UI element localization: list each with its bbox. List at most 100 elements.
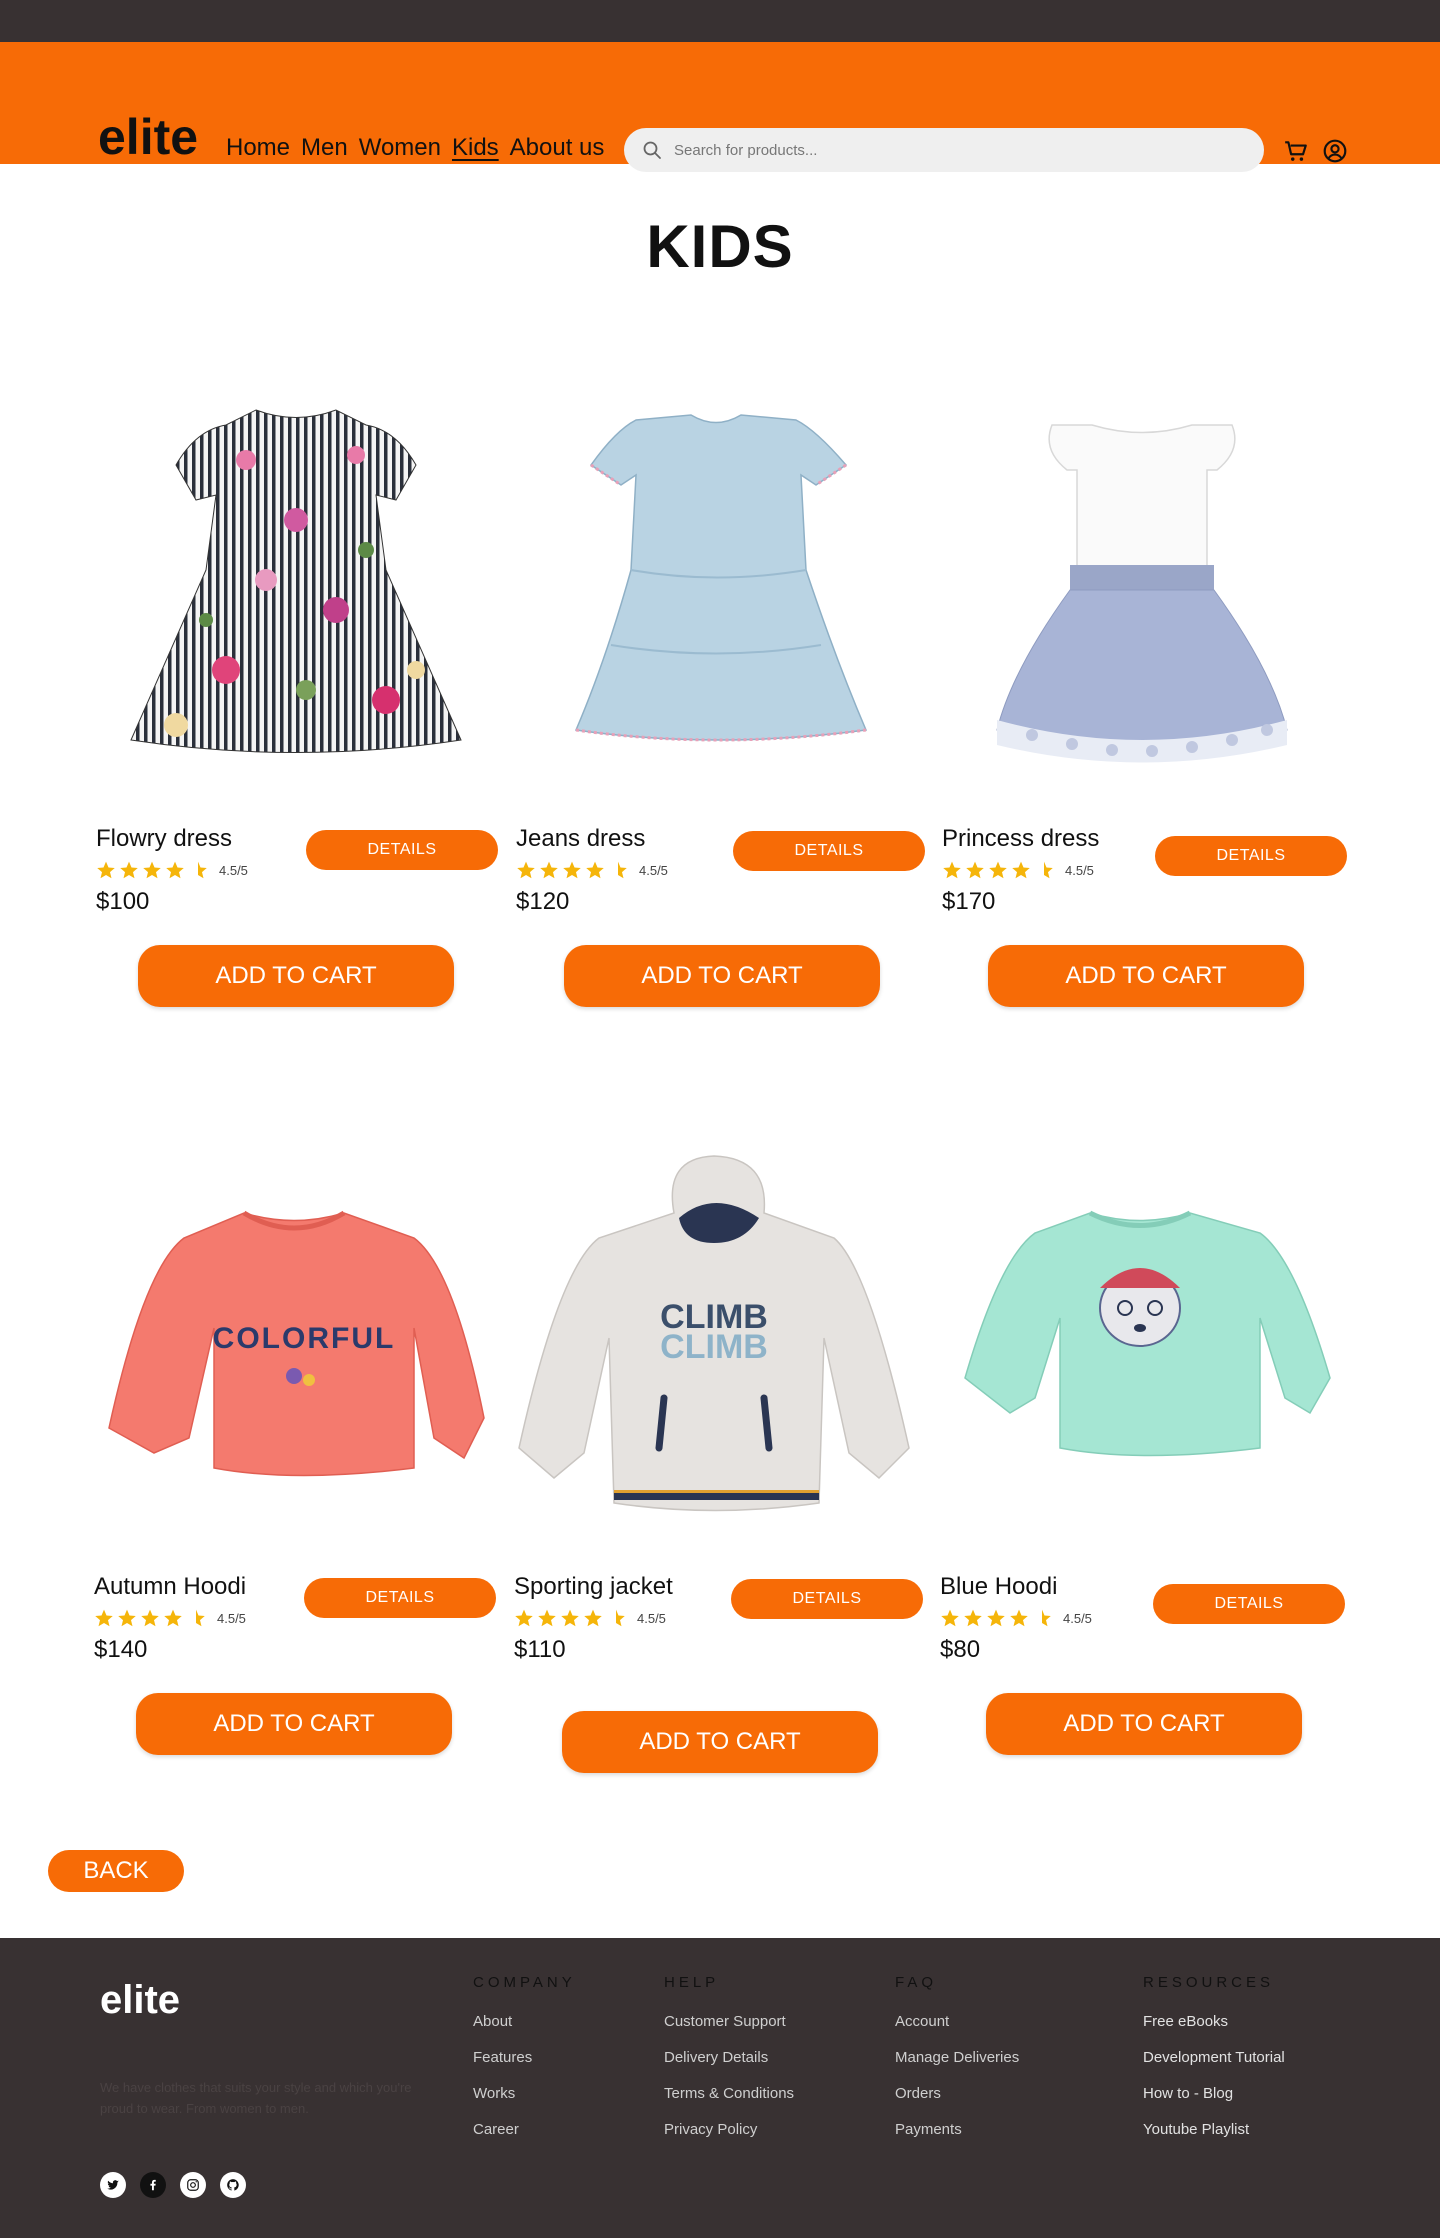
product-rating: 4.5/5 <box>94 1608 246 1628</box>
product-card: CLIMB CLIMB Sporting jacket 4.5/5 $110 D… <box>514 1118 934 1773</box>
product-card: COLORFUL Autumn Hoodi 4.5/5 $140 DETAILS… <box>94 1118 514 1758</box>
details-button[interactable]: DETAILS <box>304 1578 496 1618</box>
add-to-cart-button[interactable]: ADD TO CART <box>986 1693 1302 1755</box>
footer-link-free-ebooks[interactable]: Free eBooks <box>1143 2013 1285 2030</box>
nav-about-us[interactable]: About us <box>510 136 605 160</box>
add-to-cart-button[interactable]: ADD TO CART <box>138 945 454 1007</box>
star-icon <box>517 861 535 879</box>
footer-link-customer-support[interactable]: Customer Support <box>664 2013 794 2030</box>
site-footer: elite We have clothes that suits your st… <box>0 1938 1440 2238</box>
instagram-icon[interactable] <box>180 2172 206 2198</box>
add-to-cart-button[interactable]: ADD TO CART <box>136 1693 452 1755</box>
footer-link-how-to-blog[interactable]: How to - Blog <box>1143 2085 1285 2102</box>
footer-column-title: RESOURCES <box>1143 1974 1275 1991</box>
svg-text:CLIMB: CLIMB <box>660 1328 768 1366</box>
product-image-coral-sweatshirt[interactable]: COLORFUL <box>94 1118 494 1518</box>
add-to-cart-button[interactable]: ADD TO CART <box>562 1711 878 1773</box>
product-name: Sporting jacket <box>514 1573 673 1600</box>
details-button[interactable]: DETAILS <box>1155 836 1347 876</box>
search-icon <box>643 141 661 159</box>
star-icon <box>515 1609 533 1627</box>
github-icon[interactable] <box>220 2172 246 2198</box>
user-icon[interactable] <box>1322 138 1348 164</box>
footer-column-title: FAQ <box>895 1974 938 1991</box>
star-icon <box>143 861 161 879</box>
product-image-floral-dress[interactable] <box>96 370 496 770</box>
footer-link-features[interactable]: Features <box>473 2049 576 2066</box>
twitter-icon[interactable] <box>100 2172 126 2198</box>
footer-link-terms[interactable]: Terms & Conditions <box>664 2085 794 2102</box>
product-name: Flowry dress <box>96 825 233 852</box>
rating-value: 4.5/5 <box>219 862 248 878</box>
product-price: $110 <box>514 1636 566 1663</box>
star-icon <box>987 1609 1005 1627</box>
rating-value: 4.5/5 <box>637 1610 666 1626</box>
product-price: $170 <box>942 888 996 915</box>
add-to-cart-button[interactable]: ADD TO CART <box>988 945 1304 1007</box>
footer-link-orders[interactable]: Orders <box>895 2085 1019 2102</box>
product-name: Princess dress <box>942 825 1100 852</box>
details-button[interactable]: DETAILS <box>306 830 498 870</box>
product-rating: 4.5/5 <box>514 1608 666 1628</box>
details-button[interactable]: DETAILS <box>731 1579 923 1619</box>
back-button[interactable]: BACK <box>48 1850 184 1892</box>
rating-value: 4.5/5 <box>1063 1610 1092 1626</box>
star-icon <box>561 1609 579 1627</box>
footer-link-account[interactable]: Account <box>895 2013 1019 2030</box>
star-icon <box>964 1609 982 1627</box>
page-title: KIDS <box>646 213 794 280</box>
site-logo[interactable]: elite <box>98 112 198 162</box>
footer-tagline: We have clothes that suits your style an… <box>100 2080 412 2116</box>
footer-column-title: HELP <box>664 1974 720 1991</box>
nav-kids[interactable]: Kids <box>452 136 499 160</box>
details-button[interactable]: DETAILS <box>733 831 925 871</box>
star-icon <box>166 861 184 879</box>
star-icon <box>966 861 984 879</box>
details-button[interactable]: DETAILS <box>1153 1584 1345 1624</box>
half-star-icon <box>1042 1609 1051 1627</box>
half-star-icon <box>1044 861 1053 879</box>
footer-link-youtube-playlist[interactable]: Youtube Playlist <box>1143 2121 1285 2138</box>
nav-women[interactable]: Women <box>359 136 441 160</box>
product-rating: 4.5/5 <box>96 860 248 880</box>
nav-home[interactable]: Home <box>226 136 290 160</box>
nav-men[interactable]: Men <box>301 136 348 160</box>
star-icon <box>1010 1609 1028 1627</box>
footer-link-about[interactable]: About <box>473 2013 576 2030</box>
footer-link-works[interactable]: Works <box>473 2085 576 2102</box>
product-image-princess-dress[interactable] <box>942 370 1342 770</box>
product-image-climb-hoodie[interactable]: CLIMB CLIMB <box>514 1118 914 1518</box>
star-icon <box>1012 861 1030 879</box>
footer-link-privacy[interactable]: Privacy Policy <box>664 2121 794 2138</box>
cart-icon[interactable] <box>1283 138 1309 164</box>
footer-link-development-tutorial[interactable]: Development Tutorial <box>1143 2049 1285 2066</box>
product-price: $140 <box>94 1636 148 1663</box>
footer-column-resources: RESOURCES Free eBooks Development Tutori… <box>1143 1974 1285 2157</box>
product-card: Flowry dress 4.5/5 $100 DETAILS ADD TO C… <box>96 370 516 1010</box>
footer-link-manage-deliveries[interactable]: Manage Deliveries <box>895 2049 1019 2066</box>
search-bar <box>624 128 1264 172</box>
product-image-mint-sweatshirt[interactable] <box>940 1118 1340 1518</box>
footer-link-career[interactable]: Career <box>473 2121 576 2138</box>
product-price: $80 <box>940 1636 981 1663</box>
star-icon <box>120 861 138 879</box>
half-star-icon <box>198 861 207 879</box>
star-icon <box>540 861 558 879</box>
half-star-icon <box>196 1609 205 1627</box>
product-card: Princess dress 4.5/5 $170 DETAILS ADD TO… <box>942 370 1362 1010</box>
product-card: Blue Hoodi 4.5/5 $80 DETAILS ADD TO CART <box>940 1118 1360 1758</box>
footer-link-delivery-details[interactable]: Delivery Details <box>664 2049 794 2066</box>
footer-logo[interactable]: elite <box>100 1978 180 2023</box>
svg-text:COLORFUL: COLORFUL <box>213 1322 396 1355</box>
star-icon <box>586 861 604 879</box>
facebook-icon[interactable] <box>140 2172 166 2198</box>
search-input[interactable] <box>674 141 1234 159</box>
star-icon <box>943 861 961 879</box>
star-icon <box>164 1609 182 1627</box>
add-to-cart-button[interactable]: ADD TO CART <box>564 945 880 1007</box>
footer-link-payments[interactable]: Payments <box>895 2121 1019 2138</box>
main-nav: Home Men Women Kids About us <box>226 136 604 160</box>
product-price: $100 <box>96 888 150 915</box>
product-image-denim-dress[interactable] <box>516 370 916 770</box>
top-bar <box>0 0 1440 42</box>
